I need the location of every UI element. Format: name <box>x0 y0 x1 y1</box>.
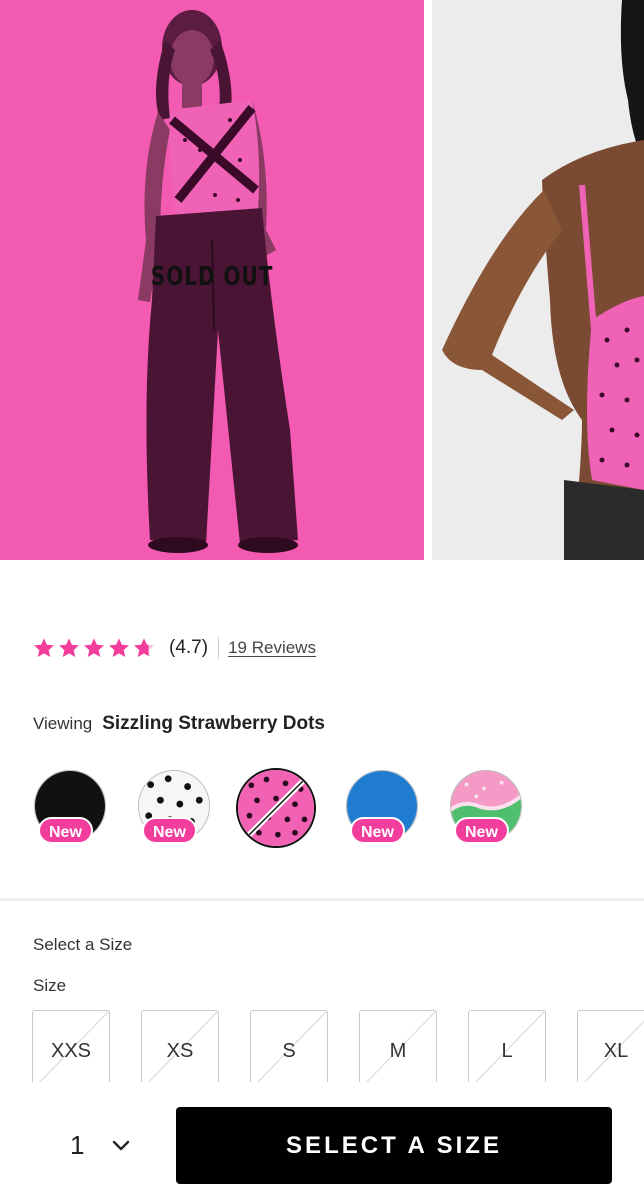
new-badge: New <box>350 817 405 844</box>
new-badge: New <box>142 817 197 844</box>
size-option-label: S <box>282 1040 296 1062</box>
star-rating <box>33 637 155 659</box>
size-option-s[interactable]: S <box>250 1010 328 1082</box>
size-option-xl[interactable]: XL <box>577 1010 644 1082</box>
size-option-label: XS <box>166 1040 194 1062</box>
select-size-button[interactable]: SELECT A SIZE <box>176 1107 612 1184</box>
swatch-image <box>236 768 316 848</box>
section-divider <box>0 898 644 901</box>
selected-color-name: Sizzling Strawberry Dots <box>102 713 326 734</box>
rating-divider <box>218 637 220 659</box>
size-option-label: XXS <box>50 1040 92 1062</box>
size-option-label: M <box>389 1040 407 1062</box>
new-badge: New <box>38 817 93 844</box>
size-option-label: XL <box>603 1040 629 1062</box>
color-swatch-white-dots[interactable]: New <box>136 768 212 848</box>
color-swatch-pink-lace-green[interactable]: New <box>448 768 524 848</box>
size-options: XXS XS S M L XL <box>32 1010 644 1082</box>
reviews-link[interactable]: 19 Reviews <box>228 638 316 658</box>
product-rating: (4.7) 19 Reviews <box>33 634 316 662</box>
star-icon <box>59 638 79 657</box>
size-label: Size <box>33 976 67 995</box>
size-option-m[interactable]: M <box>359 1010 437 1082</box>
quantity-value: 1 <box>70 1130 85 1160</box>
star-half-icon <box>134 638 154 657</box>
new-badge: New <box>454 817 509 844</box>
color-viewing: Viewing Sizzling Strawberry Dots <box>33 713 325 735</box>
product-image-front[interactable]: SOLD OUT <box>0 0 424 560</box>
color-swatch-black[interactable]: New <box>32 768 108 848</box>
quantity-select[interactable]: 1 <box>70 1130 130 1161</box>
size-option-xs[interactable]: XS <box>141 1010 219 1082</box>
viewing-label: Viewing <box>33 714 93 733</box>
color-swatch-pink-dots[interactable] <box>236 768 316 848</box>
product-gallery[interactable]: SOLD OUT <box>0 0 644 560</box>
size-option-l[interactable]: L <box>468 1010 546 1082</box>
select-size-title: Select a Size <box>33 935 133 954</box>
sold-out-label: SOLD OUT <box>150 262 274 292</box>
chevron-down-icon <box>113 1140 130 1150</box>
rating-value: (4.7) <box>169 637 209 658</box>
product-image-back[interactable] <box>432 0 644 560</box>
color-swatches: New New New New <box>32 768 532 848</box>
star-icon <box>34 638 54 657</box>
model-back-image <box>432 0 644 560</box>
star-icon <box>84 638 104 657</box>
size-option-xxs[interactable]: XXS <box>32 1010 110 1082</box>
color-swatch-blue[interactable]: New <box>344 768 420 848</box>
star-icon <box>109 638 129 657</box>
size-option-label: L <box>501 1040 513 1062</box>
